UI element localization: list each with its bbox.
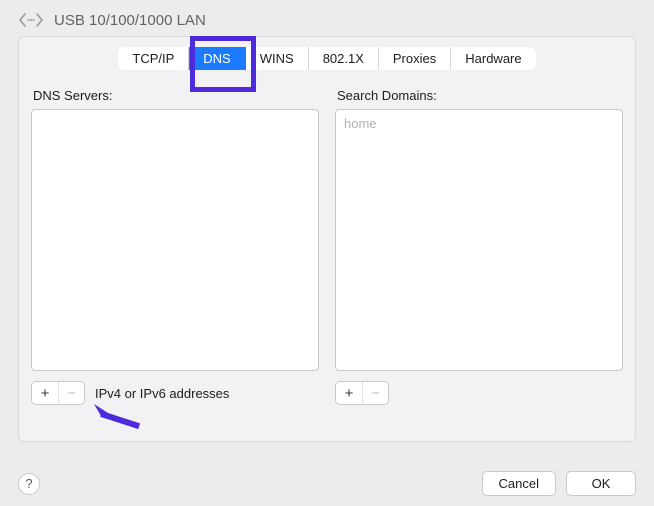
footer: ? Cancel OK	[0, 471, 654, 496]
tab-8021x[interactable]: 802.1X	[309, 47, 379, 70]
dns-servers-pm-group: + −	[31, 381, 85, 405]
remove-dns-button[interactable]: −	[58, 382, 84, 404]
dns-hint: IPv4 or IPv6 addresses	[95, 386, 229, 401]
search-domains-list[interactable]: home	[335, 109, 623, 371]
search-domains-label: Search Domains:	[337, 88, 623, 103]
add-search-domain-button[interactable]: +	[336, 382, 362, 404]
dns-servers-column: DNS Servers: + − IPv4 or IPv6 addresses	[31, 82, 319, 405]
tab-proxies[interactable]: Proxies	[379, 47, 451, 70]
add-dns-button[interactable]: +	[32, 382, 58, 404]
search-domains-controls: + −	[335, 381, 623, 405]
remove-search-domain-button[interactable]: −	[362, 382, 388, 404]
tab-wins[interactable]: WINS	[246, 47, 309, 70]
help-button[interactable]: ?	[18, 473, 40, 495]
tab-hardware[interactable]: Hardware	[451, 47, 535, 70]
network-advanced-window: USB 10/100/1000 LAN TCP/IP DNS WINS 802.…	[0, 0, 654, 506]
dns-servers-list[interactable]	[31, 109, 319, 371]
titlebar: USB 10/100/1000 LAN	[0, 0, 654, 36]
tab-tcpip[interactable]: TCP/IP	[118, 47, 189, 70]
tab-dns[interactable]: DNS	[189, 47, 245, 70]
page-title: USB 10/100/1000 LAN	[54, 12, 206, 29]
dns-servers-label: DNS Servers:	[33, 88, 319, 103]
search-domain-item: home	[344, 116, 614, 131]
columns: DNS Servers: + − IPv4 or IPv6 addresses …	[31, 82, 623, 405]
search-domains-pm-group: + −	[335, 381, 389, 405]
content-panel: TCP/IP DNS WINS 802.1X Proxies Hardware …	[18, 36, 636, 442]
ethernet-icon	[18, 10, 44, 30]
tabbar: TCP/IP DNS WINS 802.1X Proxies Hardware	[31, 47, 623, 70]
search-domains-column: Search Domains: home + −	[335, 82, 623, 405]
cancel-button[interactable]: Cancel	[482, 471, 556, 496]
footer-buttons: Cancel OK	[482, 471, 636, 496]
dns-servers-controls: + − IPv4 or IPv6 addresses	[31, 381, 319, 405]
ok-button[interactable]: OK	[566, 471, 636, 496]
segmented-tabs: TCP/IP DNS WINS 802.1X Proxies Hardware	[118, 47, 535, 70]
